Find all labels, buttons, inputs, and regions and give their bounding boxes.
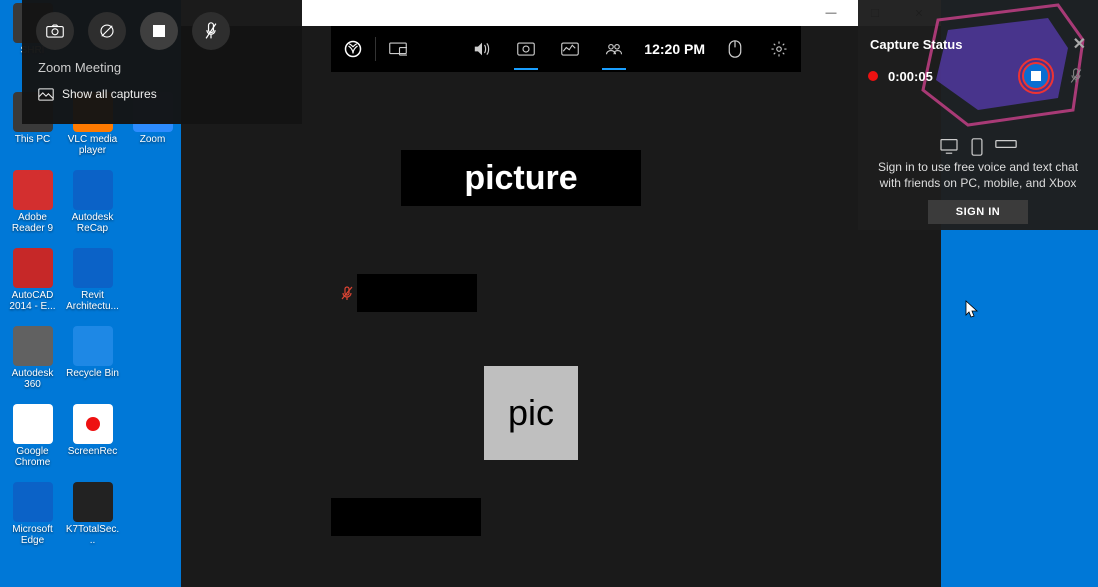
gallery-icon — [38, 88, 54, 101]
screenshot-button[interactable] — [36, 12, 74, 50]
audio-icon[interactable] — [460, 26, 504, 72]
close-icon[interactable]: ✕ — [1073, 34, 1086, 54]
capture-status-title: Capture Status — [870, 37, 962, 52]
mic-muted-icon — [341, 286, 353, 300]
xbox-signin-button[interactable]: SIGN IN — [928, 200, 1028, 224]
show-all-captures[interactable]: Show all captures — [22, 79, 302, 111]
window-minimize-button[interactable]: ― — [809, 0, 853, 26]
mic-toggle-button[interactable] — [192, 12, 230, 50]
desktop-icon-chrome[interactable]: Google Chrome — [5, 404, 60, 468]
participant-tile-3 — [331, 498, 481, 536]
stop-record-button[interactable] — [140, 12, 178, 50]
capture-app-label: Zoom Meeting — [22, 56, 302, 79]
social-icon[interactable] — [592, 26, 636, 72]
recording-mic-off-icon[interactable] — [1064, 64, 1088, 88]
capture-widget: Zoom Meeting Show all captures — [22, 0, 302, 124]
participant-tile-1 — [357, 274, 477, 312]
settings-icon[interactable] — [757, 26, 801, 72]
pc-icon — [939, 138, 959, 154]
recording-time: 0:00:05 — [888, 69, 933, 84]
desktop-icon-recyclebin[interactable]: Recycle Bin — [65, 326, 120, 379]
capture-status: Capture Status ✕ 0:00:05 — [868, 34, 1088, 90]
xbox-devices — [858, 138, 1098, 156]
desktop-icon-edge[interactable]: Microsoft Edge — [5, 482, 60, 546]
xbox-promo-text: Sign in to use free voice and text chat … — [868, 160, 1088, 191]
widgets-icon[interactable] — [376, 26, 420, 72]
mobile-icon — [971, 138, 983, 156]
capture-icon[interactable] — [504, 26, 548, 72]
recording-dot-icon — [868, 71, 878, 81]
desktop-icon-adobe[interactable]: Adobe Reader 9 — [5, 170, 60, 234]
xbox-gamebar: 12:20 PM — [331, 26, 801, 72]
gamebar-time: 12:20 PM — [636, 41, 713, 57]
desktop-icon-revit[interactable]: Revit Architectu... — [65, 248, 120, 312]
performance-icon[interactable] — [548, 26, 592, 72]
xbox-icon[interactable] — [331, 26, 375, 72]
capture-buttons — [22, 0, 302, 56]
desktop-icon-recap[interactable]: Autodesk ReCap — [65, 170, 120, 234]
mouse-icon[interactable] — [713, 26, 757, 72]
desktop-icon-screenrec[interactable]: ScreenRec — [65, 404, 120, 457]
desktop-icon-k7[interactable]: K7TotalSec... — [65, 482, 120, 546]
desktop-icon-a360[interactable]: Autodesk 360 — [5, 326, 60, 390]
main-participant-label: picture — [401, 150, 641, 206]
xbox-social-panel: Capture Status ✕ 0:00:05 Sign in to use … — [858, 0, 1098, 230]
xbox-console-icon — [995, 138, 1017, 150]
recording-stop-button[interactable] — [1022, 62, 1050, 90]
desktop-icon-autocad[interactable]: AutoCAD 2014 - E... — [5, 248, 60, 312]
record-last-button[interactable] — [88, 12, 126, 50]
participant-tile-2: pic — [484, 366, 578, 460]
